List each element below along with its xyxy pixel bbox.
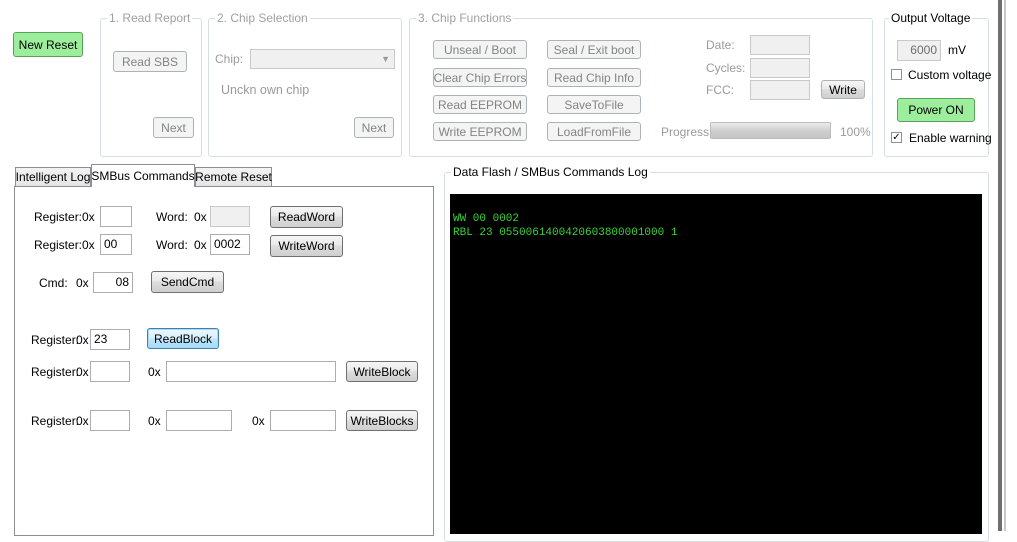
hex-prefix: 0x — [148, 414, 161, 428]
write-button[interactable]: Write — [821, 80, 865, 99]
cycles-field[interactable] — [750, 58, 810, 78]
tab-smbus-commands[interactable]: SMBus Commands — [91, 164, 195, 187]
hex-prefix: 0x — [194, 210, 207, 224]
clear-chip-errors-button[interactable]: Clear Chip Errors — [433, 68, 527, 87]
progress-percent: 100% — [840, 125, 871, 139]
new-reset-button[interactable]: New Reset — [13, 32, 83, 57]
register-label: Register: — [31, 414, 80, 428]
cycles-label: Cycles: — [706, 61, 746, 75]
register-label: Register: — [31, 365, 80, 379]
register-label: Register: — [34, 210, 83, 224]
date-label: Date: — [706, 38, 735, 52]
write-blocks-data1-input[interactable] — [166, 410, 232, 431]
hex-prefix: 0x — [82, 238, 95, 252]
write-block-button[interactable]: WriteBlock — [346, 361, 418, 382]
register-label: Register: — [31, 333, 80, 347]
progress-fill — [711, 123, 830, 138]
read-report-title: 1. Read Report — [107, 11, 193, 25]
hex-prefix: 0x — [194, 238, 207, 252]
read-word-value-field[interactable] — [210, 206, 250, 227]
fcc-label: FCC: — [706, 83, 734, 97]
voltage-unit: mV — [948, 43, 966, 57]
chip-select[interactable]: ▼ — [250, 49, 395, 69]
hex-prefix: 0x — [76, 333, 89, 347]
unseal-boot-button[interactable]: Unseal / Boot — [433, 40, 527, 59]
log-line: RBL 23 0550061400420603800001000 1 — [453, 227, 678, 239]
seal-exit-boot-button[interactable]: Seal / Exit boot — [547, 40, 641, 59]
progress-label: Progress: — [661, 125, 713, 139]
write-block-register-input[interactable] — [90, 361, 130, 382]
word-label: Word: — [156, 210, 188, 224]
save-to-file-button[interactable]: SaveToFile — [547, 95, 641, 114]
load-from-file-button[interactable]: LoadFromFile — [547, 122, 641, 141]
write-blocks-data2-input[interactable] — [270, 410, 336, 431]
chip-functions-title: 3. Chip Functions — [416, 11, 514, 25]
read-report-next-button[interactable]: Next — [153, 117, 194, 138]
read-eeprom-button[interactable]: Read EEPROM — [433, 95, 527, 114]
log-line: WW 00 0002 — [453, 213, 520, 225]
date-field[interactable] — [750, 35, 810, 55]
progress-bar — [710, 122, 831, 139]
tab-intelligent-log[interactable]: Intelligent Log — [15, 167, 91, 186]
log-console[interactable]: WW 00 0002 RBL 23 05500614004206038000010… — [450, 194, 982, 534]
window-edge — [998, 0, 1002, 531]
voltage-field[interactable]: 6000 — [897, 40, 941, 61]
fcc-field[interactable] — [750, 80, 810, 100]
hex-prefix: 0x — [76, 276, 89, 290]
write-blocks-button[interactable]: WriteBlocks — [346, 410, 418, 431]
enable-warning-checkbox[interactable]: ✓ — [891, 132, 902, 143]
output-voltage-title: Output Voltage — [889, 11, 973, 25]
hex-prefix: 0x — [148, 365, 161, 379]
custom-voltage-checkbox[interactable] — [891, 69, 902, 80]
cmd-label: Cmd: — [39, 276, 68, 290]
read-block-register-input[interactable]: 23 — [90, 329, 130, 350]
hex-prefix: 0x — [252, 414, 265, 428]
write-word-button[interactable]: WriteWord — [270, 235, 343, 257]
chip-selection-title: 2. Chip Selection — [215, 11, 310, 25]
register-label: Register: — [34, 238, 83, 252]
log-title: Data Flash / SMBus Commands Log — [451, 165, 650, 179]
hex-prefix: 0x — [82, 210, 95, 224]
chevron-down-icon: ▼ — [381, 54, 390, 64]
hex-prefix: 0x — [76, 365, 89, 379]
word-label: Word: — [156, 238, 188, 252]
read-word-register-input[interactable] — [100, 206, 132, 227]
write-eeprom-button[interactable]: Write EEPROM — [433, 122, 527, 141]
window-edge-inner — [1004, 0, 1006, 531]
read-chip-info-button[interactable]: Read Chip Info — [547, 68, 641, 87]
write-block-data-input[interactable] — [166, 361, 336, 382]
hex-prefix: 0x — [76, 414, 89, 428]
enable-warning-label: Enable warning — [909, 131, 992, 145]
unknown-chip-label: Unckn own chip — [221, 83, 310, 97]
write-word-register-input[interactable]: 00 — [100, 234, 132, 255]
send-cmd-button[interactable]: SendCmd — [151, 271, 224, 293]
write-word-value-input[interactable]: 0002 — [210, 234, 250, 255]
write-blocks-register-input[interactable] — [90, 410, 130, 431]
tab-remote-reset[interactable]: Remote Reset — [195, 167, 272, 186]
read-word-button[interactable]: ReadWord — [270, 206, 343, 228]
cmd-input[interactable]: 08 — [93, 272, 133, 293]
read-sbs-button[interactable]: Read SBS — [113, 51, 187, 72]
chip-label: Chip: — [215, 52, 244, 66]
custom-voltage-label: Custom voltage — [908, 68, 992, 82]
chip-selection-next-button[interactable]: Next — [354, 117, 394, 138]
read-block-button[interactable]: ReadBlock — [147, 328, 219, 349]
power-on-button[interactable]: Power ON — [897, 98, 975, 122]
